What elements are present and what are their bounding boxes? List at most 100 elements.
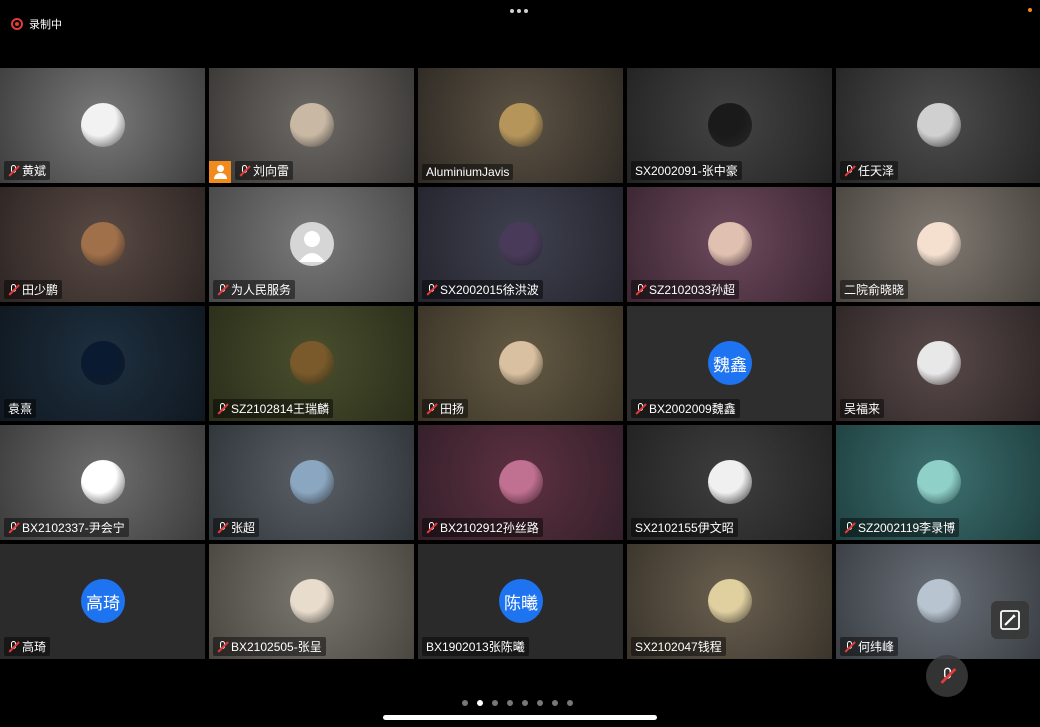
participant-name-label: SX2002091-张中豪 — [631, 161, 742, 180]
mic-muted-icon — [844, 521, 855, 534]
participant-name: 任天泽 — [858, 164, 895, 178]
participant-tile[interactable]: BX2102505-张呈 — [209, 544, 414, 659]
night-sky-icon — [81, 341, 125, 385]
participant-name-label: SZ2102033孙超 — [631, 280, 740, 299]
participant-tile[interactable]: BX2102337-尹会宁 — [0, 425, 205, 540]
participant-name: SX2002015徐洪波 — [440, 283, 539, 297]
page-dot[interactable] — [522, 700, 528, 706]
participant-name: BX2102912孙丝路 — [440, 521, 539, 535]
mic-muted-icon — [939, 667, 954, 685]
mic-muted-icon — [217, 402, 228, 415]
participant-tile[interactable]: AluminiumJavis — [418, 68, 623, 183]
participant-name: SX2102155伊文昭 — [635, 521, 734, 535]
page-dot[interactable] — [552, 700, 558, 706]
participant-tile[interactable]: SZ2002119李录博 — [836, 425, 1040, 540]
anime-avatar-icon — [499, 222, 543, 266]
participant-name: 田少鹏 — [22, 283, 59, 297]
page-dot[interactable] — [462, 700, 468, 706]
mic-muted-icon — [844, 640, 855, 653]
home-indicator — [383, 715, 657, 720]
edit-layout-button[interactable] — [991, 601, 1029, 639]
participant-tile[interactable]: 田少鹏 — [0, 187, 205, 302]
participant-name-label: 高琦 — [4, 637, 51, 656]
illust-man-icon — [81, 103, 125, 147]
anime-character-icon — [499, 460, 543, 504]
dot-icon — [524, 9, 528, 13]
participant-name-label: BX2102505-张呈 — [213, 637, 326, 656]
mic-muted-icon — [8, 521, 19, 534]
participant-tile[interactable]: 张超 — [209, 425, 414, 540]
participant-tile[interactable]: 袁熹 — [0, 306, 205, 421]
recording-label: 录制中 — [29, 19, 62, 31]
participant-name: 二院俞晓晓 — [844, 283, 905, 297]
participant-tile[interactable]: SZ2102033孙超 — [627, 187, 832, 302]
participant-tile[interactable]: SX2102155伊文昭 — [627, 425, 832, 540]
participant-tile[interactable]: 黄斌 — [0, 68, 205, 183]
mute-toggle-button[interactable] — [926, 655, 968, 697]
mic-muted-icon — [426, 283, 437, 296]
page-dot[interactable] — [537, 700, 543, 706]
participant-name-label: 张超 — [213, 518, 260, 537]
participant-name: BX1902013张陈曦 — [426, 640, 525, 654]
panda-avatar-icon — [708, 460, 752, 504]
chick-toy-icon — [708, 579, 752, 623]
participant-name: 张超 — [231, 521, 256, 535]
participant-name-label: AluminiumJavis — [422, 164, 514, 180]
page-indicator[interactable] — [462, 700, 573, 706]
participant-name: 何纬峰 — [858, 640, 895, 654]
participant-tile[interactable]: SX2002015徐洪波 — [418, 187, 623, 302]
participant-name-label: 田少鹏 — [4, 280, 63, 299]
cartoon-face-icon — [81, 460, 125, 504]
mic-muted-icon — [239, 164, 250, 177]
participant-tile[interactable]: 吴福来 — [836, 306, 1040, 421]
participant-tile[interactable]: 任天泽 — [836, 68, 1040, 183]
participant-tile[interactable]: BX2102912孙丝路 — [418, 425, 623, 540]
participant-name-label: SZ2102814王瑞麟 — [213, 399, 334, 418]
participant-tile[interactable]: 田扬 — [418, 306, 623, 421]
more-options-button[interactable] — [510, 9, 528, 13]
participant-tile[interactable]: 刘向雷 — [209, 68, 414, 183]
participant-tile[interactable]: SX2102047钱程 — [627, 544, 832, 659]
mic-muted-icon — [426, 402, 437, 415]
participant-tile[interactable]: SZ2102814王瑞麟 — [209, 306, 414, 421]
photo-baby-icon — [290, 103, 334, 147]
participant-name: SX2002091-张中豪 — [635, 164, 738, 178]
default-avatar-icon — [290, 222, 334, 266]
participant-name: SZ2102814王瑞麟 — [231, 402, 330, 416]
mic-muted-icon — [217, 283, 228, 296]
mic-muted-icon — [217, 521, 228, 534]
muscle-avatar-icon — [708, 222, 752, 266]
participant-name-label: BX2102337-尹会宁 — [4, 518, 129, 537]
page-dot[interactable] — [492, 700, 498, 706]
page-dot[interactable] — [507, 700, 513, 706]
participant-tile[interactable]: 陈曦 BX1902013张陈曦 — [418, 544, 623, 659]
participant-name-label: 田扬 — [422, 399, 469, 418]
mic-muted-icon — [844, 164, 855, 177]
participant-tile[interactable]: 魏鑫 BX2002009魏鑫 — [627, 306, 832, 421]
participant-name-label: BX2102912孙丝路 — [422, 518, 543, 537]
building-photo-icon — [917, 579, 961, 623]
mic-muted-icon — [635, 283, 646, 296]
participant-name: 高琦 — [22, 640, 47, 654]
page-dot[interactable] — [477, 700, 483, 706]
page-dot[interactable] — [567, 700, 573, 706]
text-avatar: 陈曦 — [499, 579, 543, 623]
dog-avatar-icon — [499, 341, 543, 385]
sheep-cartoon-icon — [290, 579, 334, 623]
mic-muted-icon — [635, 402, 646, 415]
participant-tile[interactable]: 二院俞晓晓 — [836, 187, 1040, 302]
text-avatar: 高琦 — [81, 579, 125, 623]
participant-name-label: 二院俞晓晓 — [840, 280, 909, 299]
participant-name-label: SX2102155伊文昭 — [631, 518, 738, 537]
recording-indicator: 录制中 — [11, 16, 62, 32]
participant-name-label: 为人民服务 — [213, 280, 296, 299]
participant-name: SX2102047钱程 — [635, 640, 722, 654]
participant-name: 黄斌 — [22, 164, 47, 178]
participant-tile[interactable]: SX2002091-张中豪 — [627, 68, 832, 183]
participant-name: BX2102337-尹会宁 — [22, 521, 125, 535]
dot-icon — [517, 9, 521, 13]
participant-name: 为人民服务 — [231, 283, 292, 297]
participant-tile[interactable]: 为人民服务 — [209, 187, 414, 302]
edit-icon — [1000, 610, 1020, 630]
participant-tile[interactable]: 高琦 高琦 — [0, 544, 205, 659]
